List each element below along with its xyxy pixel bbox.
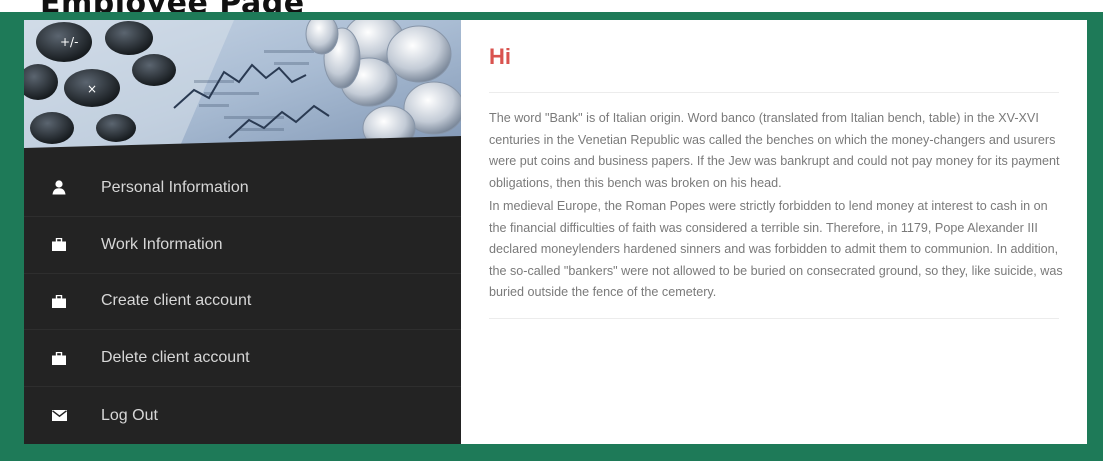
envelope-icon <box>49 410 69 422</box>
sidebar-item-label: Log Out <box>101 406 158 424</box>
divider <box>489 317 1059 319</box>
briefcase-icon <box>49 351 69 365</box>
sidebar-item-personal-information[interactable]: Personal Information <box>24 160 461 217</box>
sidebar: × +/- Personal Information Work Informat… <box>24 20 461 444</box>
svg-text:+/-: +/- <box>60 35 78 49</box>
sidebar-item-work-information[interactable]: Work Information <box>24 217 461 274</box>
sidebar-item-label: Work Information <box>101 235 223 253</box>
sidebar-item-label: Delete client account <box>101 349 250 367</box>
finance-banner-image: × +/- <box>24 20 461 160</box>
main-content: Hi The word "Bank" is of Italian origin.… <box>461 20 1087 444</box>
user-icon <box>49 180 69 195</box>
sidebar-item-label: Personal Information <box>101 178 249 196</box>
sidebar-item-log-out[interactable]: Log Out <box>24 387 461 444</box>
content-paragraph: The word "Bank" is of Italian origin. Wo… <box>489 111 1060 190</box>
briefcase-icon <box>49 238 69 252</box>
sidebar-item-delete-client-account[interactable]: Delete client account <box>24 330 461 388</box>
briefcase-icon <box>49 294 69 308</box>
svg-text:×: × <box>87 82 97 96</box>
sidebar-item-label: Create client account <box>101 292 252 310</box>
sidebar-item-create-client-account[interactable]: Create client account <box>24 274 461 331</box>
greeting-heading: Hi <box>489 44 511 69</box>
content-paragraph: In medieval Europe, the Roman Popes were… <box>489 199 1063 299</box>
divider <box>489 92 1059 93</box>
sidebar-menu: Personal Information Work Information Cr… <box>24 160 461 444</box>
